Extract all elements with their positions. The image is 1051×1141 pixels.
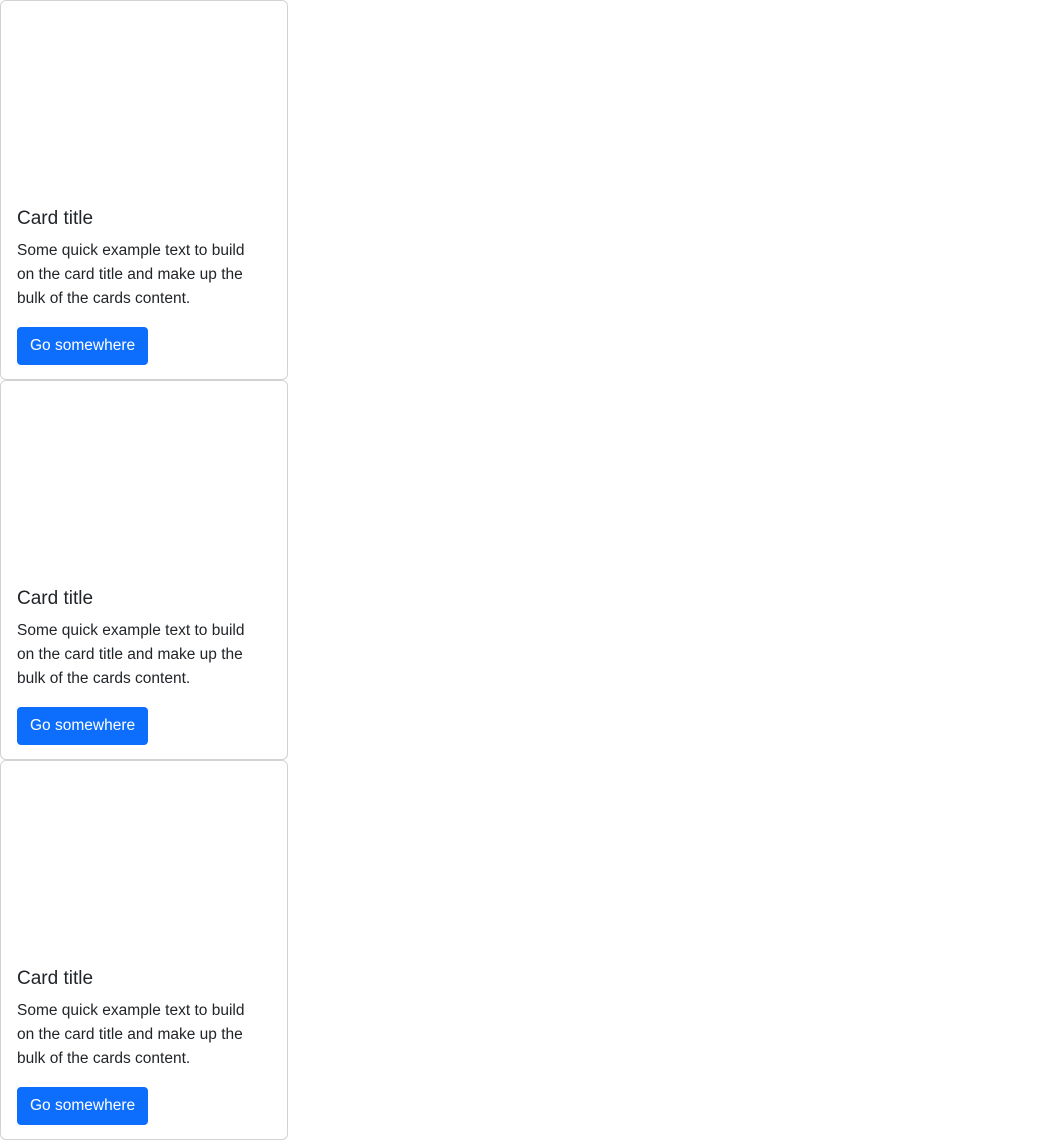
card-title: Card title	[17, 968, 94, 989]
card-body: Card title Some quick example text to bu…	[1, 951, 287, 1141]
card-title: Card title	[17, 588, 94, 609]
card-image-placeholder	[1, 1, 287, 191]
card-body: Card title Some quick example text to bu…	[1, 571, 287, 761]
card-image-placeholder	[1, 381, 287, 571]
card-title: Card title	[17, 208, 94, 229]
go-somewhere-button[interactable]: Go somewhere	[17, 1087, 149, 1125]
card-body: Card title Some quick example text to bu…	[1, 191, 287, 381]
card-text: Some quick example text to build on the …	[17, 242, 245, 307]
card: Card title Some quick example text to bu…	[0, 760, 288, 1140]
card-image-placeholder	[1, 761, 287, 951]
card-text: Some quick example text to build on the …	[17, 1002, 245, 1067]
go-somewhere-button[interactable]: Go somewhere	[17, 327, 149, 365]
go-somewhere-button[interactable]: Go somewhere	[17, 707, 149, 745]
card: Card title Some quick example text to bu…	[0, 380, 288, 760]
card-list: Card title Some quick example text to bu…	[0, 0, 288, 1140]
card: Card title Some quick example text to bu…	[0, 0, 288, 380]
card-text: Some quick example text to build on the …	[17, 622, 245, 687]
